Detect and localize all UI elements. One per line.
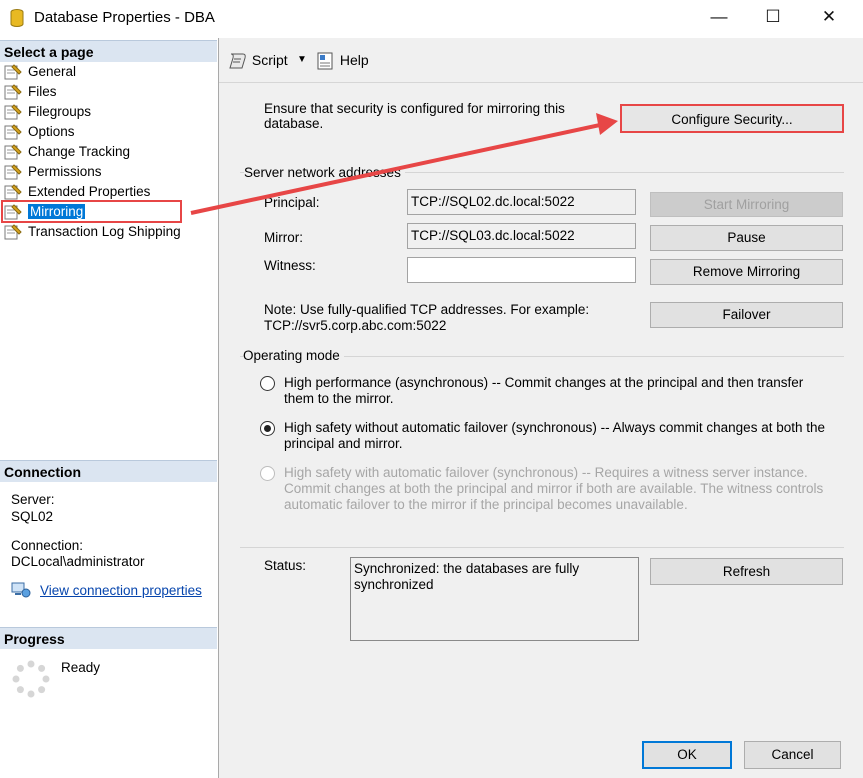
page-item-extended-properties[interactable]: Extended Properties xyxy=(4,182,150,202)
script-button[interactable]: Script xyxy=(228,50,288,70)
address-note: Note: Use fully-qualified TCP addresses.… xyxy=(264,302,590,333)
witness-field[interactable] xyxy=(407,257,636,283)
script-icon xyxy=(229,53,246,69)
operating-mode-label: Operating mode xyxy=(243,348,344,363)
page-item-change-tracking[interactable]: Change Tracking xyxy=(4,142,130,162)
connection-label: Connection: xyxy=(11,538,84,553)
page-item-permissions[interactable]: Permissions xyxy=(4,162,102,182)
progress-header: Progress xyxy=(0,627,217,649)
principal-label: Principal: xyxy=(264,195,320,210)
page-wrench-icon xyxy=(4,124,22,140)
page-item-transaction-log-shipping[interactable]: Transaction Log Shipping xyxy=(4,222,181,242)
page-item-files[interactable]: Files xyxy=(4,82,57,102)
script-label: Script xyxy=(251,52,288,68)
configure-security-button[interactable]: Configure Security... xyxy=(620,104,844,133)
progress-spinner-icon xyxy=(12,660,50,698)
help-icon xyxy=(317,52,333,70)
connection-header: Connection xyxy=(0,460,217,482)
page-wrench-icon xyxy=(4,224,22,240)
ok-button[interactable]: OK xyxy=(642,741,732,769)
security-note: Ensure that security is configured for m… xyxy=(264,101,565,131)
refresh-button[interactable]: Refresh xyxy=(650,558,843,585)
start-mirroring-button[interactable]: Start Mirroring xyxy=(650,192,843,217)
witness-label: Witness: xyxy=(264,258,316,273)
view-connection-properties-link[interactable]: View connection properties xyxy=(40,583,202,598)
connection-value: DCLocal\administrator xyxy=(11,554,145,569)
page-label: Filegroups xyxy=(28,104,92,119)
page-item-options[interactable]: Options xyxy=(4,122,75,142)
title-bar: Database Properties - DBA — ☐ ✕ xyxy=(0,0,863,36)
high-performance-label: High performance (asynchronous) -- Commi… xyxy=(284,375,804,406)
minimize-button[interactable]: — xyxy=(696,0,742,36)
page-label: Extended Properties xyxy=(28,184,151,199)
page-wrench-icon xyxy=(4,104,22,120)
mirror-field[interactable]: TCP://SQL03.dc.local:5022 xyxy=(407,223,636,249)
page-label: General xyxy=(28,64,77,79)
principal-field[interactable]: TCP://SQL02.dc.local:5022 xyxy=(407,189,636,215)
status-box: Synchronized: the databases are fully sy… xyxy=(350,557,639,641)
page-item-filegroups[interactable]: Filegroups xyxy=(4,102,91,122)
select-page-header: Select a page xyxy=(0,40,217,62)
page-wrench-icon xyxy=(4,184,22,200)
status-label: Status: xyxy=(264,558,307,573)
progress-status: Ready xyxy=(61,660,101,675)
failover-button[interactable]: Failover xyxy=(650,302,843,328)
high-safety-auto-failover-radio[interactable] xyxy=(260,466,275,481)
pause-button[interactable]: Pause xyxy=(650,225,843,251)
window-title: Database Properties - DBA xyxy=(34,9,215,26)
script-dropdown-icon[interactable]: ▼ xyxy=(297,50,307,70)
page-label: Options xyxy=(28,124,75,139)
high-performance-radio[interactable] xyxy=(260,376,275,391)
page-label: Transaction Log Shipping xyxy=(28,224,181,239)
group-divider xyxy=(240,547,844,548)
mirror-label: Mirror: xyxy=(264,230,303,245)
page-label: Files xyxy=(28,84,57,99)
remove-mirroring-button[interactable]: Remove Mirroring xyxy=(650,259,843,285)
page-label: Permissions xyxy=(28,164,102,179)
page-wrench-icon xyxy=(4,64,22,80)
page-wrench-icon xyxy=(4,144,22,160)
page-label: Change Tracking xyxy=(28,144,131,159)
server-label: Server: xyxy=(11,492,55,507)
high-safety-no-failover-label: High safety without automatic failover (… xyxy=(284,420,825,451)
page-wrench-icon xyxy=(4,84,22,100)
high-safety-auto-failover-label: High safety with automatic failover (syn… xyxy=(284,465,824,512)
cancel-button[interactable]: Cancel xyxy=(744,741,841,769)
connection-properties-icon xyxy=(11,582,31,598)
annotation-highlight-box xyxy=(1,200,182,223)
help-label: Help xyxy=(339,52,369,68)
high-safety-no-failover-radio[interactable] xyxy=(260,421,275,436)
page-wrench-icon xyxy=(4,164,22,180)
help-button[interactable]: Help xyxy=(316,50,369,70)
close-button[interactable]: ✕ xyxy=(806,0,852,36)
database-icon xyxy=(10,9,24,27)
maximize-button[interactable]: ☐ xyxy=(750,0,796,36)
network-group-label: Server network addresses xyxy=(244,165,405,180)
page-item-general[interactable]: General xyxy=(4,62,76,82)
server-value: SQL02 xyxy=(11,509,54,524)
